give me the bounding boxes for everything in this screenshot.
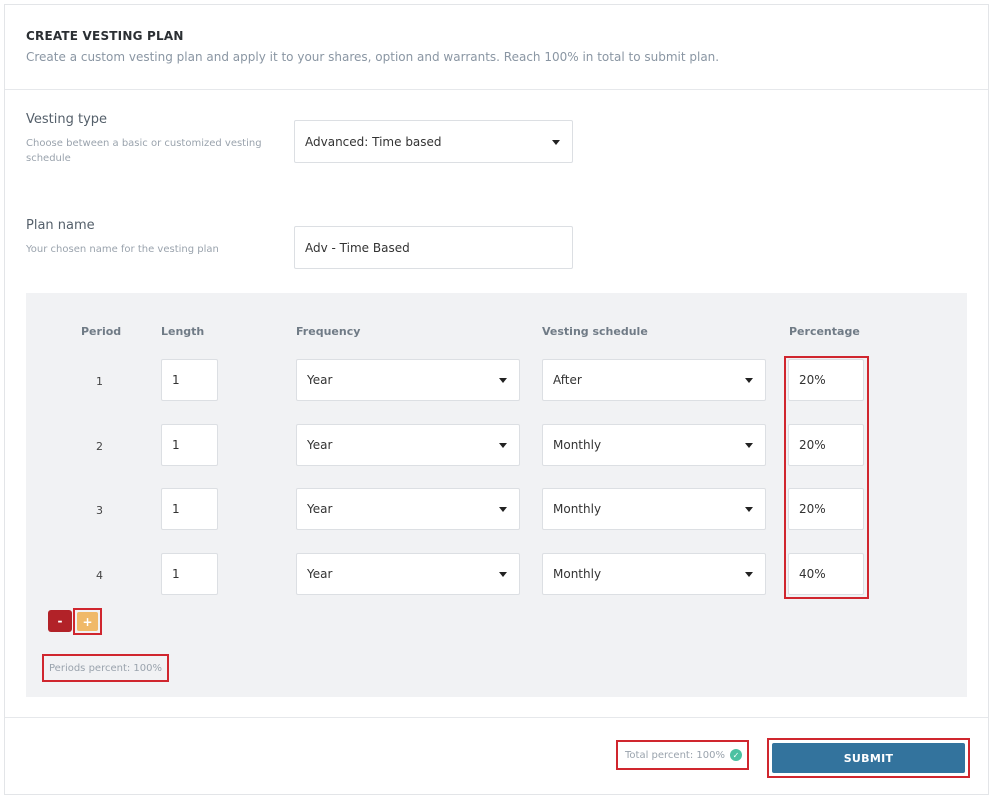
frequency-value: Year — [307, 373, 333, 387]
total-percent-text: Total percent: 100% — [625, 749, 725, 761]
vesting-type-select[interactable]: Advanced: Time based — [294, 120, 573, 163]
chevron-down-icon — [745, 572, 753, 577]
vesting-plan-card: CREATE VESTING PLAN Create a custom vest… — [4, 4, 989, 795]
vesting-schedule-value: Monthly — [553, 567, 602, 581]
submit-button[interactable]: SUBMIT — [772, 743, 965, 773]
submit-highlight: SUBMIT — [767, 738, 970, 778]
vesting-type-label: Vesting type — [26, 112, 108, 127]
add-period-button[interactable]: + — [77, 612, 98, 631]
period-number: 2 — [96, 440, 103, 453]
chevron-down-icon — [745, 378, 753, 383]
chevron-down-icon — [745, 507, 753, 512]
periods-panel: Period Length Frequency Vesting schedule… — [26, 293, 967, 697]
vesting-type-value: Advanced: Time based — [305, 134, 442, 149]
card-header: CREATE VESTING PLAN Create a custom vest… — [5, 5, 988, 90]
vesting-schedule-value: Monthly — [553, 438, 602, 452]
chevron-down-icon — [499, 443, 507, 448]
frequency-select[interactable]: Year — [296, 553, 520, 595]
chevron-down-icon — [499, 572, 507, 577]
column-header-vesting-schedule: Vesting schedule — [542, 325, 648, 338]
column-header-frequency: Frequency — [296, 325, 361, 338]
vesting-type-help: Choose between a basic or customized ves… — [26, 138, 262, 164]
vesting-schedule-select[interactable]: Monthly — [542, 488, 766, 530]
footer-divider — [5, 717, 988, 718]
period-number: 1 — [96, 375, 103, 388]
chevron-down-icon — [552, 139, 560, 145]
column-header-period: Period — [81, 325, 122, 338]
page-title: CREATE VESTING PLAN — [26, 29, 184, 43]
total-percent-summary: Total percent: 100% ✓ — [616, 740, 749, 770]
plan-name-help: Your chosen name for the vesting plan — [26, 244, 219, 255]
vesting-schedule-select[interactable]: Monthly — [542, 424, 766, 466]
plan-name-input[interactable]: Adv - Time Based — [294, 226, 573, 269]
plan-name-value: Adv - Time Based — [305, 240, 410, 255]
length-input[interactable]: 1 — [161, 553, 218, 595]
frequency-value: Year — [307, 438, 333, 452]
frequency-select[interactable]: Year — [296, 359, 520, 401]
length-input[interactable]: 1 — [161, 424, 218, 466]
period-number: 3 — [96, 504, 103, 517]
vesting-schedule-select[interactable]: After — [542, 359, 766, 401]
frequency-value: Year — [307, 567, 333, 581]
add-period-highlight: + — [73, 608, 102, 635]
length-input[interactable]: 1 — [161, 488, 218, 530]
column-header-length: Length — [161, 325, 205, 338]
period-number: 4 — [96, 569, 103, 582]
periods-percent-text: Periods percent: 100% — [49, 662, 163, 674]
column-header-percentage: Percentage — [789, 325, 860, 338]
vesting-schedule-value: After — [553, 373, 582, 387]
chevron-down-icon — [499, 507, 507, 512]
percentage-column-highlight — [784, 356, 869, 599]
chevron-down-icon — [499, 378, 507, 383]
frequency-select[interactable]: Year — [296, 488, 520, 530]
vesting-schedule-value: Monthly — [553, 502, 602, 516]
check-circle-icon: ✓ — [729, 749, 742, 761]
chevron-down-icon — [745, 443, 753, 448]
frequency-value: Year — [307, 502, 333, 516]
vesting-schedule-select[interactable]: Monthly — [542, 553, 766, 595]
remove-period-button[interactable]: - — [48, 610, 72, 632]
length-input[interactable]: 1 — [161, 359, 218, 401]
page-subtitle: Create a custom vesting plan and apply i… — [26, 50, 720, 64]
periods-percent-summary: Periods percent: 100% — [42, 654, 169, 682]
plan-name-label: Plan name — [26, 218, 95, 233]
frequency-select[interactable]: Year — [296, 424, 520, 466]
